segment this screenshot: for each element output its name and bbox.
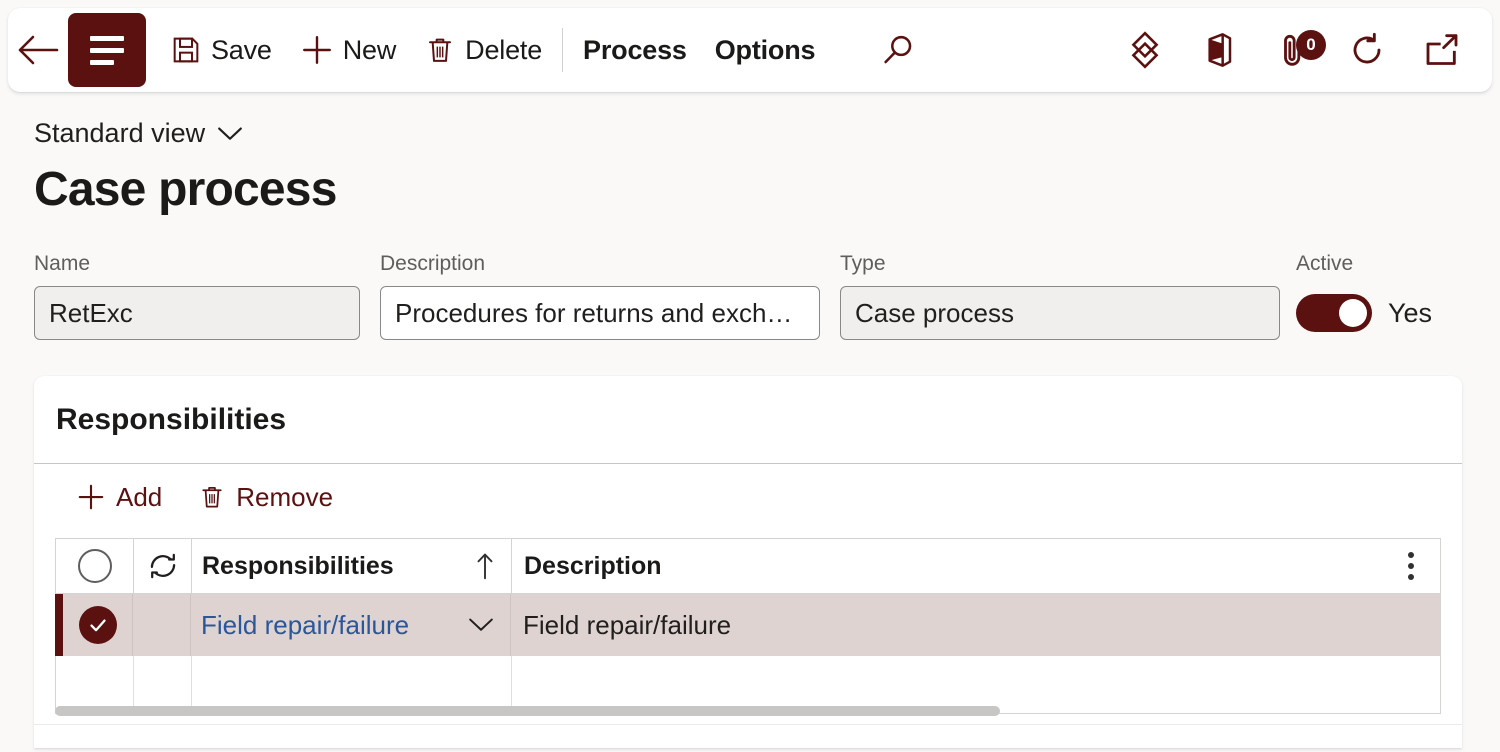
- chevron-down-icon: [217, 126, 243, 142]
- sort-arrow-up-icon: [475, 551, 495, 581]
- office-apps-button[interactable]: [1182, 8, 1256, 92]
- back-arrow-icon: [17, 33, 59, 67]
- active-label: Active: [1296, 252, 1354, 275]
- save-label: Save: [211, 34, 272, 65]
- row-sync-cell: [133, 594, 191, 656]
- responsibilities-grid: Responsibilities Description Field repai…: [55, 538, 1441, 714]
- grid-horizontal-scrollbar[interactable]: [55, 706, 1441, 716]
- new-button[interactable]: New: [286, 8, 410, 92]
- form-fields: Name RetExc Description Procedures for r…: [34, 252, 1464, 344]
- view-selector-label: Standard view: [34, 118, 206, 148]
- new-label: New: [342, 34, 397, 65]
- save-button[interactable]: Save: [156, 8, 286, 92]
- save-icon: [170, 34, 202, 66]
- responsibilities-card: Responsibilities Add Remove Responsibili…: [34, 376, 1462, 748]
- office-365-icon: [1199, 30, 1239, 70]
- select-all-cell[interactable]: [56, 539, 134, 593]
- description-input[interactable]: Procedures for returns and exch…: [380, 286, 820, 340]
- grid-toolbar: Add Remove: [34, 464, 1462, 530]
- responsibilities-card-header: Responsibilities: [34, 376, 1462, 464]
- column-options-kebab-icon[interactable]: [1388, 552, 1434, 580]
- field-active: Active Yes: [1296, 252, 1496, 340]
- scrollbar-thumb[interactable]: [55, 706, 1000, 716]
- dynamics-button[interactable]: [1108, 8, 1182, 92]
- open-in-new-window-button[interactable]: [1404, 8, 1478, 92]
- refresh-button[interactable]: [1330, 8, 1404, 92]
- remove-row-label: Remove: [236, 481, 334, 512]
- responsibilities-title: Responsibilities: [56, 402, 287, 436]
- row-select-cell[interactable]: [63, 594, 133, 656]
- process-menu[interactable]: Process: [569, 8, 701, 92]
- card-bottom-strip: [34, 724, 1462, 748]
- column-header-description[interactable]: Description: [512, 539, 1440, 593]
- add-icon: [76, 482, 106, 512]
- remove-row-button[interactable]: Remove: [184, 476, 347, 519]
- responsibility-link[interactable]: Field repair/failure: [201, 610, 409, 641]
- toggle-knob: [1339, 299, 1367, 327]
- row-sync-cell: [134, 656, 192, 713]
- row-responsibility-cell[interactable]: Field repair/failure: [191, 594, 511, 656]
- row-description-cell[interactable]: Field repair/failure: [511, 594, 1440, 656]
- dynamics-diamond-icon: [1124, 29, 1166, 71]
- process-label: Process: [583, 34, 687, 65]
- checkmark-circle-filled-icon: [78, 606, 117, 644]
- field-type: Type Case process: [840, 252, 1280, 340]
- add-row-button[interactable]: Add: [62, 476, 176, 519]
- column-header-responsibilities[interactable]: Responsibilities: [192, 539, 512, 593]
- toolbar-divider: [562, 28, 564, 72]
- search-button[interactable]: [861, 8, 935, 92]
- hamburger-menu-icon[interactable]: [68, 13, 146, 87]
- type-label: Type: [840, 252, 886, 275]
- select-all-circle-icon: [77, 549, 112, 583]
- row-description-cell[interactable]: [512, 656, 1440, 713]
- field-name: Name RetExc: [34, 252, 360, 340]
- delete-label: Delete: [465, 34, 543, 65]
- refresh-icon: [1347, 30, 1387, 70]
- back-button[interactable]: [8, 8, 68, 92]
- command-bar: Save New Delete Process Options 0: [8, 8, 1492, 92]
- active-toggle-row: Yes: [1296, 286, 1496, 340]
- page-title: Case process: [34, 163, 337, 216]
- open-in-new-window-icon: [1421, 30, 1461, 70]
- sync-column-header[interactable]: [134, 539, 192, 593]
- grid-header-row: Responsibilities Description: [55, 538, 1441, 594]
- row-responsibility-cell[interactable]: [192, 656, 512, 713]
- options-label: Options: [714, 34, 816, 65]
- add-icon: [300, 33, 334, 67]
- active-toggle[interactable]: [1296, 294, 1372, 332]
- options-menu[interactable]: Options: [701, 8, 830, 92]
- row-description-text: Field repair/failure: [523, 609, 732, 640]
- delete-button[interactable]: Delete: [410, 8, 556, 92]
- search-icon: [879, 31, 917, 69]
- attachments-count-badge: 0: [1296, 30, 1326, 60]
- trash-icon: [424, 34, 456, 66]
- column-header-description-label: Description: [524, 551, 662, 580]
- view-selector[interactable]: Standard view: [34, 118, 243, 149]
- field-description: Description Procedures for returns and e…: [380, 252, 820, 340]
- column-header-responsibilities-label: Responsibilities: [202, 551, 394, 580]
- add-row-label: Add: [116, 481, 163, 512]
- name-input[interactable]: RetExc: [34, 286, 360, 340]
- trash-icon: [198, 483, 226, 511]
- name-label: Name: [34, 252, 91, 275]
- sync-icon: [145, 548, 181, 584]
- description-label: Description: [380, 252, 486, 275]
- chevron-down-icon[interactable]: [468, 617, 494, 633]
- active-toggle-value: Yes: [1388, 297, 1433, 328]
- row-select-cell[interactable]: [56, 656, 134, 713]
- type-input[interactable]: Case process: [840, 286, 1280, 340]
- table-row[interactable]: Field repair/failure Field repair/failur…: [55, 594, 1441, 656]
- attachments-button[interactable]: 0: [1256, 8, 1330, 92]
